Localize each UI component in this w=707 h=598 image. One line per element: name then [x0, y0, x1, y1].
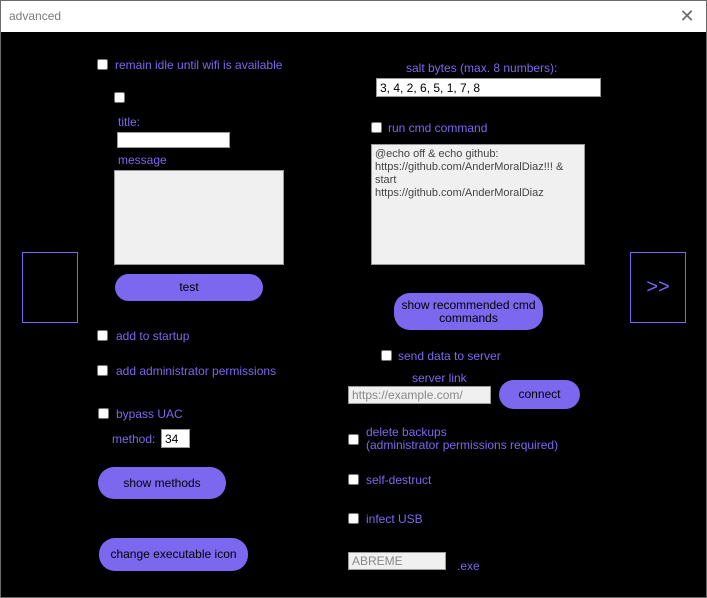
remain-idle-label: remain idle until wifi is available	[115, 58, 283, 72]
delete-backups-label-line2: (administrator permissions required)	[366, 438, 559, 452]
send-data-checkbox[interactable]	[381, 350, 392, 361]
remain-idle-checkbox[interactable]	[97, 59, 108, 70]
bypass-uac-label: bypass UAC	[116, 407, 183, 421]
show-methods-button[interactable]: show methods	[98, 467, 226, 499]
message-label: message	[118, 153, 167, 167]
send-data-label: send data to server	[398, 349, 501, 363]
admin-checkbox[interactable]	[97, 365, 108, 376]
connect-button[interactable]: connect	[499, 380, 580, 409]
infect-usb-checkbox[interactable]	[348, 513, 359, 524]
run-cmd-checkbox[interactable]	[371, 122, 382, 133]
advanced-window: advanced ✕ remain idle until wifi is ava…	[0, 0, 707, 598]
method-label: method:	[112, 432, 156, 446]
startup-checkbox[interactable]	[97, 330, 108, 341]
message-textarea[interactable]	[114, 170, 284, 265]
title-label: title:	[118, 115, 141, 129]
salt-bytes-input[interactable]	[376, 78, 601, 97]
show-recommended-cmd-button[interactable]: show recommended cmd commands	[394, 293, 543, 330]
method-input[interactable]	[161, 429, 190, 448]
delete-backups-label: delete backups (administrator permission…	[366, 426, 558, 452]
show-cmd-label-line1: show recommended cmd	[401, 297, 536, 312]
cmd-command-textarea[interactable]: @echo off & echo github: https://github.…	[371, 144, 585, 265]
server-link-input[interactable]	[348, 386, 491, 404]
next-page-button[interactable]: >>	[630, 252, 686, 323]
title-bar: advanced ✕	[1, 1, 706, 32]
message-title-input[interactable]	[117, 132, 230, 148]
self-destruct-label: self-destruct	[366, 473, 432, 487]
delete-backups-checkbox[interactable]	[348, 434, 359, 445]
window-title: advanced	[9, 9, 62, 23]
exe-name-input[interactable]	[348, 552, 446, 570]
show-cmd-label-line2: commands	[439, 310, 498, 325]
admin-label: add administrator permissions	[116, 364, 277, 378]
change-icon-button[interactable]: change executable icon	[99, 538, 248, 571]
run-cmd-label: run cmd command	[388, 121, 488, 135]
test-button[interactable]: test	[115, 274, 263, 301]
message-checkbox[interactable]	[114, 92, 125, 103]
infect-usb-label: infect USB	[366, 512, 423, 526]
close-icon[interactable]: ✕	[676, 5, 698, 27]
exe-suffix-label: .exe	[457, 559, 480, 573]
self-destruct-checkbox[interactable]	[348, 474, 359, 485]
salt-bytes-label: salt bytes (max. 8 numbers):	[406, 61, 558, 75]
previous-page-button[interactable]	[22, 252, 78, 323]
server-link-label: server link	[412, 371, 467, 385]
bypass-uac-checkbox[interactable]	[98, 408, 109, 419]
delete-backups-label-line1: delete backups	[366, 425, 447, 439]
startup-label: add to startup	[116, 329, 190, 343]
